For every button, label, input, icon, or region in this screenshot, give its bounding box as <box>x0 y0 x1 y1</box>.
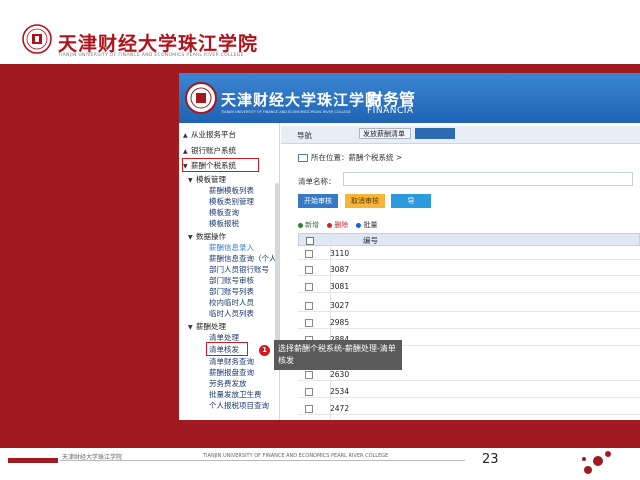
page-number: 23 <box>482 452 499 467</box>
highlight-box-list-issue <box>206 342 248 356</box>
tree-scrollbar[interactable] <box>275 183 279 363</box>
university-name-en: TIANJIN UNIVERSITY OF FINANCE AND ECONOM… <box>58 53 244 58</box>
banner-title: 天津财经大学珠江学院 <box>221 91 382 109</box>
tree-item-salary-entry[interactable]: 薪酬信息录入 <box>209 242 254 253</box>
row-checkbox[interactable] <box>305 250 313 258</box>
footer-university-en: TIANJIN UNIVERSITY OF FINANCE AND ECONOM… <box>203 453 389 459</box>
row-code: 3110 <box>330 249 350 258</box>
tree-item-salary-processing[interactable]: ▼ 薪酬处理 <box>188 321 226 332</box>
row-checkbox[interactable] <box>305 405 313 413</box>
expand-arrow-icon: ▲ <box>183 148 188 155</box>
tree-item-platform[interactable]: ▲ 从业报务平台 <box>183 129 236 140</box>
add-action[interactable]: 新增 <box>298 220 319 230</box>
table-row[interactable]: 3110 <box>298 247 640 260</box>
tree-item-dept-account-audit[interactable]: 部门账号审核 <box>209 275 254 286</box>
row-checkbox[interactable] <box>305 319 313 327</box>
university-name: 天津财经大学珠江学院 <box>58 33 259 55</box>
tree-item-salary-query-personal[interactable]: 薪酬信息查询（个人） <box>209 253 284 264</box>
tree-item-template-category[interactable]: 模板类别管理 <box>209 196 254 207</box>
export-button[interactable]: 导 <box>391 194 431 208</box>
start-audit-button[interactable]: 开始审核 <box>298 194 338 208</box>
tree-item-data-ops[interactable]: ▼ 数据操作 <box>188 231 226 242</box>
batch-icon <box>356 222 362 228</box>
tree-item-list-finance-query[interactable]: 清单财务查询 <box>209 356 254 367</box>
row-code: 3027 <box>330 301 350 310</box>
table-row[interactable]: 2985 <box>298 316 640 329</box>
collapse-arrow-icon: ▼ <box>188 234 193 241</box>
step-number-badge: 1 <box>259 345 270 356</box>
slide-footer: 天津财经大学珠江学院 TIANJIN UNIVERSITY OF FINANCE… <box>0 448 640 480</box>
delete-action[interactable]: 删除 <box>327 220 348 230</box>
app-banner: 天津财经大学珠江学院 TIANJIN UNIVERSITY OF FINANCE… <box>179 73 640 123</box>
row-code: 2630 <box>330 370 350 379</box>
table-row[interactable]: 3087 <box>298 263 640 276</box>
nav-tab-active[interactable] <box>415 128 455 139</box>
tree-item-template-mgmt[interactable]: ▼ 模板管理 <box>188 174 226 185</box>
tree-item-template-list[interactable]: 薪酬模板列表 <box>209 185 254 196</box>
row-code: 3087 <box>330 265 350 274</box>
main-pane: 导航 发放薪酬清单 所在位置：薪酬个税系统 > 清单名称： 开始审核 取消审核 … <box>281 123 640 420</box>
tree-item-temp-staff-list[interactable]: 临时人员列表 <box>209 308 254 319</box>
row-checkbox[interactable] <box>305 302 313 310</box>
collapse-arrow-icon: ▼ <box>188 324 193 331</box>
banner-title-en: TIANJIN UNIVERSITY OF FINANCE AND ECONOM… <box>221 110 351 114</box>
row-checkbox[interactable] <box>305 266 313 274</box>
batch-action[interactable]: 批量 <box>356 220 377 230</box>
highlight-box-salary-tax <box>182 158 259 172</box>
select-all-checkbox[interactable] <box>306 237 314 245</box>
banner-logo-icon <box>185 82 217 114</box>
row-code: 2472 <box>330 404 350 413</box>
list-name-input[interactable] <box>343 172 633 186</box>
tree-item-template-tax[interactable]: 模板报税 <box>209 218 239 229</box>
tree-item-batch-hygiene-fee[interactable]: 批量发放卫生费 <box>209 389 262 400</box>
table-row[interactable]: 2472 <box>298 402 640 415</box>
university-seal-icon <box>22 24 52 54</box>
location-icon <box>298 154 308 162</box>
tree-item-bank-account[interactable]: ▲ 银行账户系统 <box>183 145 236 156</box>
nav-select[interactable]: 发放薪酬清单 <box>359 128 411 139</box>
tree-item-salary-disk-query[interactable]: 薪酬报盘查询 <box>209 367 254 378</box>
footer-university-cn: 天津财经大学珠江学院 <box>62 454 123 461</box>
tree-item-personal-tax-query[interactable]: 个人报税项目查询 <box>209 400 269 411</box>
table-row[interactable]: 3081 <box>298 280 640 293</box>
delete-icon <box>327 222 333 228</box>
list-name-label: 清单名称： <box>298 177 336 186</box>
footer-red-bar <box>8 458 58 463</box>
breadcrumb: 所在位置：薪酬个税系统 > <box>298 152 402 163</box>
table-row[interactable]: 2534 <box>298 385 640 398</box>
table-row[interactable]: 3027 <box>298 299 640 312</box>
embedded-screenshot: 天津财经大学珠江学院 TIANJIN UNIVERSITY OF FINANCE… <box>179 73 640 420</box>
decorative-dots-icon <box>582 451 611 474</box>
instruction-tooltip: 选择薪酬个税系统-薪酬处理-清单核发 <box>274 340 402 370</box>
row-code: 3081 <box>330 282 350 291</box>
collapse-arrow-icon: ▼ <box>188 177 193 184</box>
row-code: 2985 <box>330 318 350 327</box>
tree-item-labor-fee[interactable]: 劳务费发放 <box>209 378 247 389</box>
add-icon <box>298 222 303 228</box>
nav-tree: ▲ 从业报务平台 ▲ 银行账户系统 ▼ 薪酬个税系统 ▼ 模板管理 薪酬模板列表 模板类… <box>179 123 284 420</box>
top-nav-bar: 导航 发放薪酬清单 <box>281 126 640 144</box>
expand-arrow-icon: ▲ <box>183 132 188 139</box>
table-header: 编号 <box>298 233 640 246</box>
table-toolbar: 新增 删除 批量 <box>298 220 383 230</box>
row-checkbox[interactable] <box>305 283 313 291</box>
column-header-code: 编号 <box>363 236 378 245</box>
system-title-en: FINANCIA <box>367 106 414 116</box>
tree-item-temp-staff[interactable]: 校内临时人员 <box>209 297 254 308</box>
nav-label: 导航 <box>297 131 312 140</box>
cancel-audit-button[interactable]: 取消审核 <box>345 194 385 208</box>
tree-item-dept-bank-account[interactable]: 部门人员银行账号 <box>209 264 269 275</box>
tree-item-template-query[interactable]: 模板查询 <box>209 207 239 218</box>
slide-header: 天津财经大学珠江学院 TIANJIN UNIVERSITY OF FINANCE… <box>0 0 640 64</box>
row-code: 2534 <box>330 387 350 396</box>
tree-item-dept-account-list[interactable]: 部门账号列表 <box>209 286 254 297</box>
row-checkbox[interactable] <box>305 388 313 396</box>
row-checkbox[interactable] <box>305 371 313 379</box>
